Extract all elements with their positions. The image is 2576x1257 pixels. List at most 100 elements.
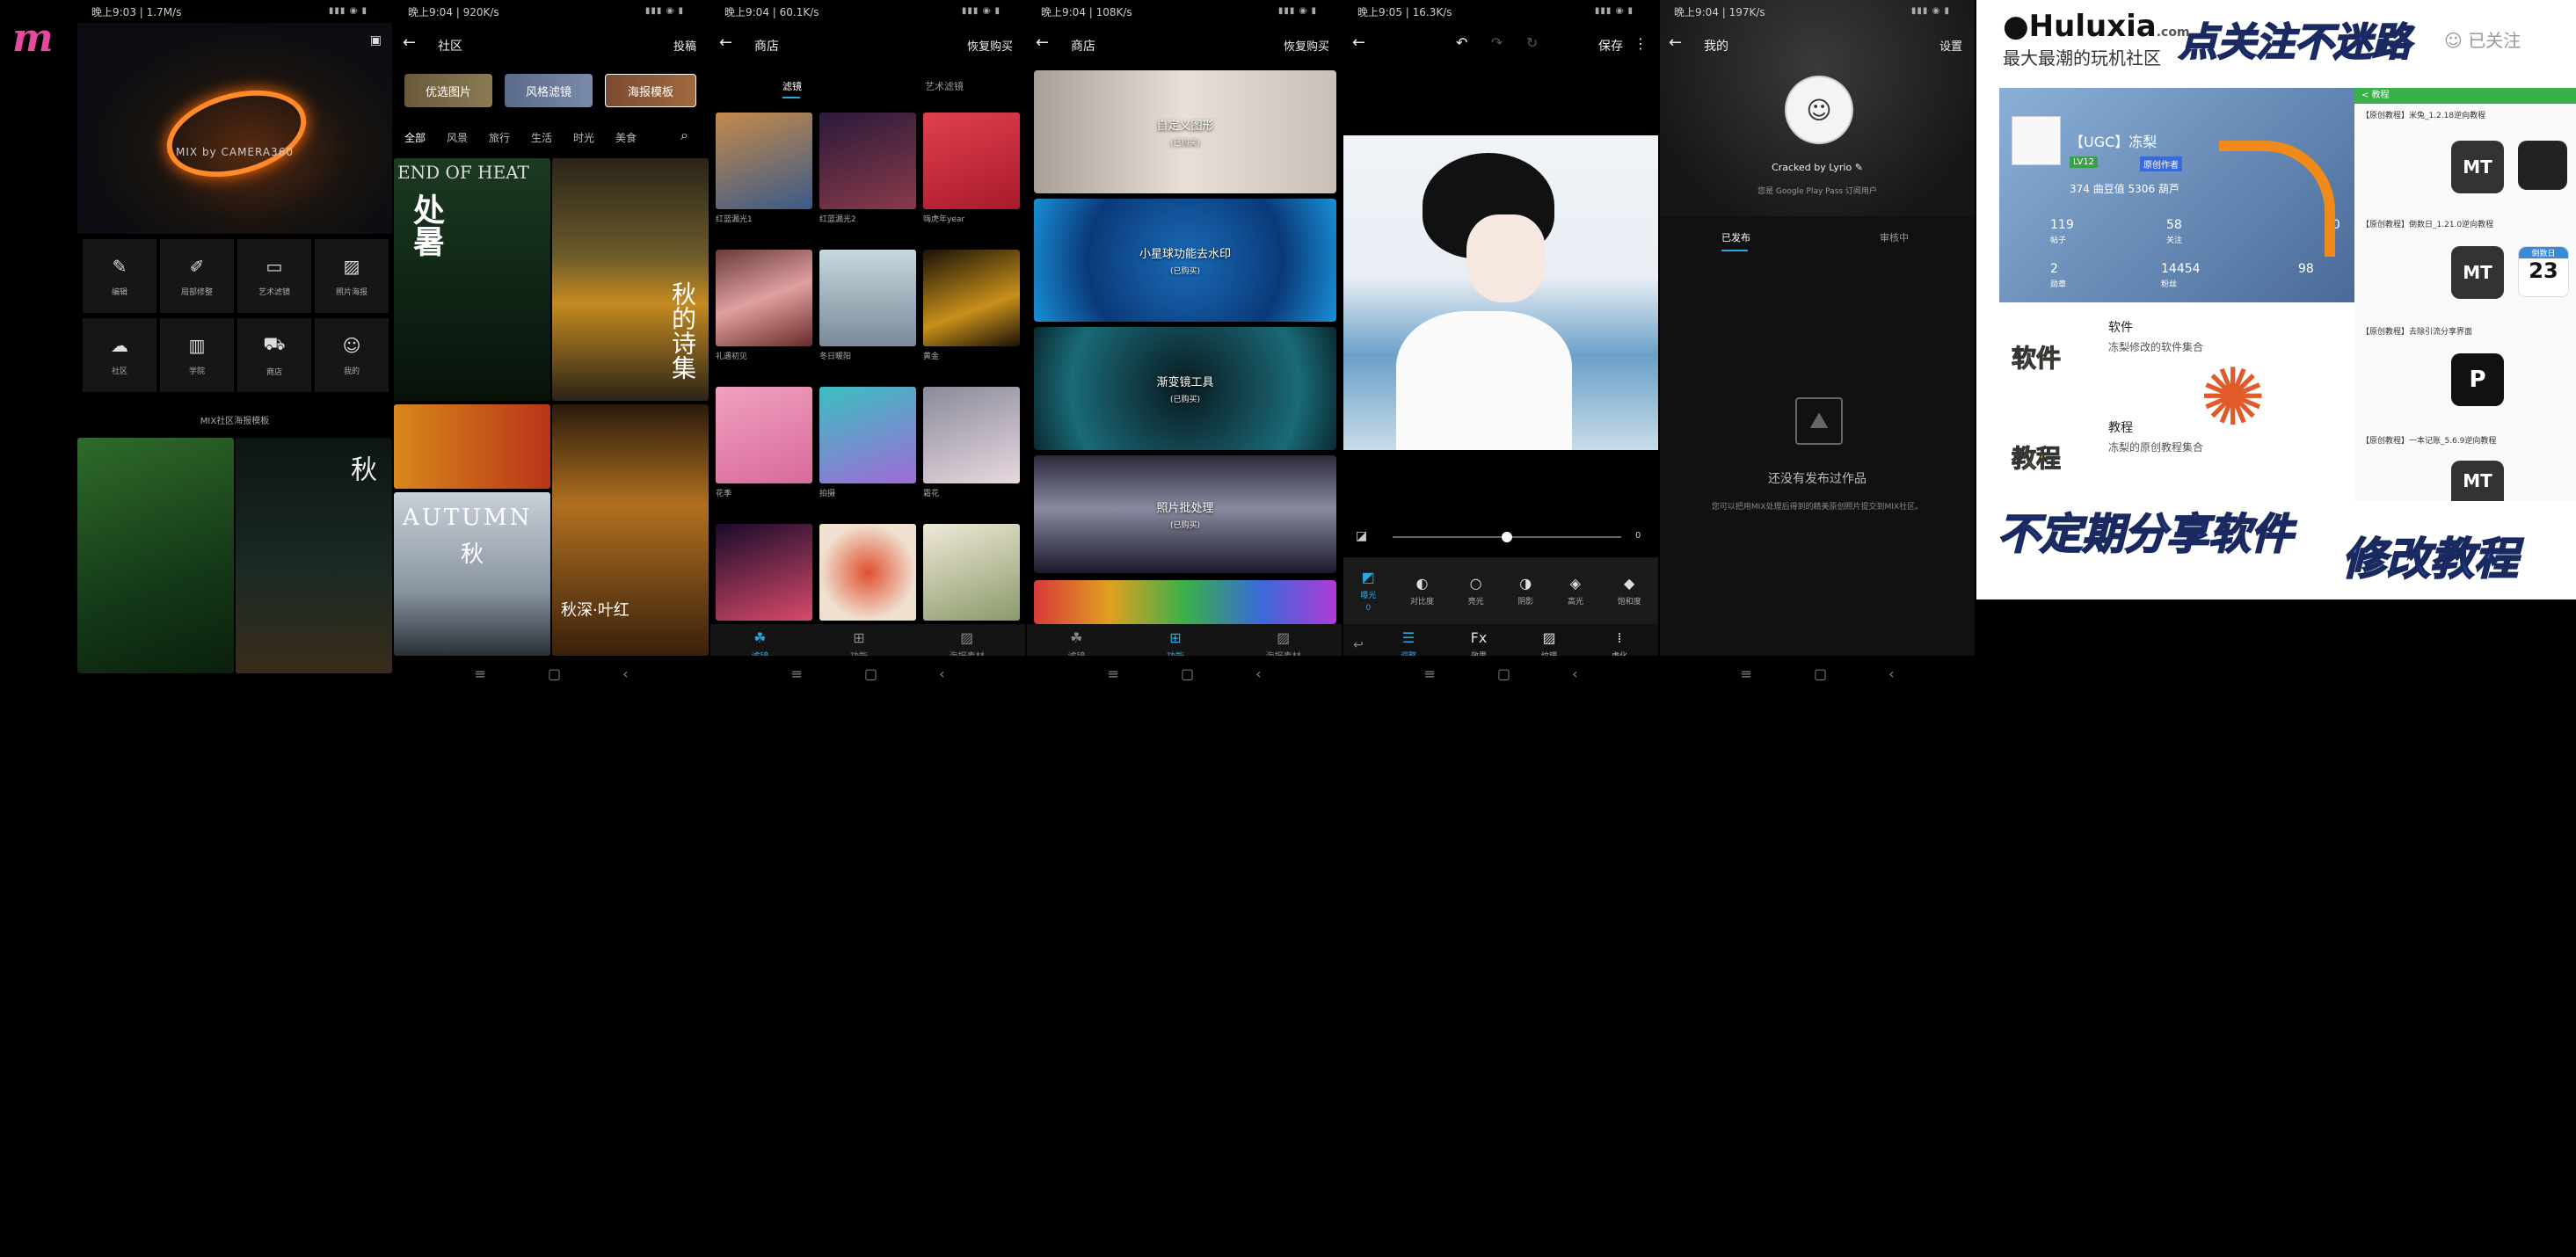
- menu-icon[interactable]: ≡: [1108, 665, 1119, 682]
- cat-travel[interactable]: 旅行: [489, 130, 510, 145]
- tool-contrast[interactable]: ◐ 对比度: [1410, 575, 1434, 607]
- slider-thumb[interactable]: [1502, 532, 1512, 542]
- category-tutorial[interactable]: 教程 教程 冻梨的原创教程集合: [1999, 408, 2354, 505]
- back-icon[interactable]: ‹: [1255, 665, 1261, 682]
- post-title[interactable]: 【原创教程】一本记账_5.6.9逆向教程: [2361, 434, 2496, 446]
- search-icon[interactable]: ⌕: [680, 127, 688, 144]
- func-poster[interactable]: ▨ 照片海报: [315, 239, 389, 313]
- filter-thumb[interactable]: [819, 250, 916, 346]
- home-icon[interactable]: ▢: [1814, 665, 1827, 682]
- cat-life[interactable]: 生活: [531, 130, 552, 145]
- func-community[interactable]: ☁ 社区: [83, 318, 156, 392]
- filter-thumb[interactable]: [819, 387, 916, 483]
- back-icon[interactable]: ‹: [622, 665, 628, 682]
- poster-tile[interactable]: 秋: [236, 438, 392, 673]
- post-button[interactable]: 投稿: [673, 37, 696, 54]
- poster-tile[interactable]: [394, 404, 550, 489]
- back-icon[interactable]: ‹: [1888, 665, 1894, 682]
- func-academy[interactable]: ▥ 学院: [160, 318, 234, 392]
- chip-featured[interactable]: 优选图片: [404, 74, 492, 107]
- func-retouch[interactable]: ✐ 局部修整: [160, 239, 234, 313]
- post-title[interactable]: 【原创教程】米兔_1.2.18逆向教程: [2361, 109, 2485, 120]
- menu-icon[interactable]: ≡: [1741, 665, 1752, 682]
- filter-thumb[interactable]: [716, 524, 812, 621]
- avatar[interactable]: ☺: [1785, 76, 1853, 144]
- poster-tile[interactable]: 秋深·叶红: [552, 404, 709, 656]
- func-store[interactable]: ⛟ 商店: [237, 318, 311, 392]
- tab-label: 已发布: [1721, 232, 1750, 243]
- tool-brightness[interactable]: ○ 亮光: [1468, 575, 1484, 607]
- category-software[interactable]: 软件 软件 冻梨修改的软件集合: [1999, 308, 2354, 404]
- home-icon[interactable]: ▢: [1181, 665, 1194, 682]
- cat-all[interactable]: 全部: [404, 130, 426, 145]
- restore-purchase-button[interactable]: 恢复购买: [1284, 37, 1329, 54]
- filter-thumb[interactable]: [716, 113, 812, 209]
- save-button[interactable]: 保存: [1598, 37, 1623, 54]
- menu-icon[interactable]: ≡: [475, 665, 486, 682]
- followed-button[interactable]: ☺ 已关注: [2444, 26, 2521, 52]
- filter-thumb[interactable]: [923, 113, 1020, 209]
- promo-batch[interactable]: 照片批处理 (已购买): [1034, 455, 1336, 573]
- back-arrow-icon[interactable]: ←: [1352, 33, 1365, 52]
- photo-canvas[interactable]: [1343, 135, 1658, 450]
- cat-food[interactable]: 美食: [615, 130, 637, 145]
- back-icon[interactable]: ‹: [1572, 665, 1577, 682]
- adjust-slider[interactable]: [1393, 532, 1621, 542]
- promo-gradient-tool[interactable]: 渐变镜工具 (已购买): [1034, 327, 1336, 450]
- menu-icon[interactable]: ≡: [791, 665, 803, 682]
- filter-thumb[interactable]: [923, 524, 1020, 621]
- hero-banner[interactable]: MIX by CAMERA360 ▣: [77, 23, 392, 234]
- promo-tiny-planet[interactable]: 小星球功能去水印 (已购买): [1034, 199, 1336, 322]
- gift-icon[interactable]: ▣: [370, 33, 382, 47]
- tab-reviewing[interactable]: 审核中: [1880, 230, 1909, 244]
- back-arrow-icon[interactable]: ←: [403, 33, 416, 52]
- post-title[interactable]: 【原创教程】倒数日_1.21.0逆向教程: [2361, 218, 2493, 229]
- func-label: 我的: [343, 367, 360, 376]
- redo-icon[interactable]: ↷: [1491, 34, 1503, 51]
- post-title[interactable]: 【原创教程】去除引流分享界面: [2361, 325, 2472, 337]
- home-icon[interactable]: ▢: [1497, 665, 1510, 682]
- cat-scenery[interactable]: 风景: [447, 130, 468, 145]
- filter-thumb[interactable]: [819, 524, 916, 621]
- list-header[interactable]: < 教程: [2354, 88, 2576, 104]
- tab-published[interactable]: 已发布: [1721, 230, 1750, 251]
- poster-tile[interactable]: [77, 438, 234, 673]
- restore-purchase-button[interactable]: 恢复购买: [967, 37, 1013, 54]
- home-icon[interactable]: ▢: [548, 665, 561, 682]
- settings-button[interactable]: 设置: [1939, 37, 1962, 54]
- filter-thumb[interactable]: [923, 387, 1020, 483]
- filter-thumb[interactable]: [716, 387, 812, 483]
- home-icon[interactable]: ▢: [864, 665, 877, 682]
- pencil-icon[interactable]: ✎: [1855, 162, 1863, 173]
- poster-tile[interactable]: AUTUMN 秋: [394, 492, 550, 656]
- filter-thumb[interactable]: [923, 250, 1020, 346]
- promo-custom-shape[interactable]: 自定义图形 (已购买): [1034, 70, 1336, 193]
- tab-filter[interactable]: 滤镜: [782, 79, 802, 98]
- chip-style-filter[interactable]: 风格滤镜: [505, 74, 593, 107]
- menu-icon[interactable]: ≡: [1424, 665, 1436, 682]
- promo-partial[interactable]: [1034, 580, 1336, 624]
- back-arrow-icon[interactable]: ←: [719, 33, 732, 52]
- chip-poster-template[interactable]: 海报模板: [605, 74, 696, 107]
- undo-icon[interactable]: ↶: [1456, 34, 1467, 51]
- back-arrow-icon[interactable]: ←: [1669, 33, 1682, 52]
- compare-icon[interactable]: ◪: [1356, 529, 1367, 543]
- cat-time[interactable]: 时光: [573, 130, 594, 145]
- tab-art-filter[interactable]: 艺术滤镜: [925, 79, 964, 93]
- func-art-filter[interactable]: ▭ 艺术滤镜: [237, 239, 311, 313]
- tool-shadow[interactable]: ◑ 阴影: [1517, 575, 1533, 607]
- poster-tile[interactable]: END OF HEAT 处暑: [394, 158, 550, 401]
- back-icon[interactable]: ‹: [939, 665, 944, 682]
- back-icon[interactable]: ↩: [1343, 638, 1373, 652]
- tool-highlight[interactable]: ◈ 高光: [1568, 575, 1583, 607]
- func-edit[interactable]: ✎ 编辑: [83, 239, 156, 313]
- tool-saturation[interactable]: ◆ 饱和度: [1618, 575, 1641, 607]
- filter-thumb[interactable]: [819, 113, 916, 209]
- filter-thumb[interactable]: [716, 250, 812, 346]
- more-icon[interactable]: ⋮: [1634, 35, 1648, 52]
- back-arrow-icon[interactable]: ←: [1036, 33, 1049, 52]
- func-me[interactable]: ☺ 我的: [315, 318, 389, 392]
- poster-tile[interactable]: 秋的诗集: [552, 158, 709, 401]
- tool-exposure[interactable]: ◩ 曝光 0: [1360, 569, 1376, 613]
- reset-icon[interactable]: ↻: [1526, 34, 1538, 51]
